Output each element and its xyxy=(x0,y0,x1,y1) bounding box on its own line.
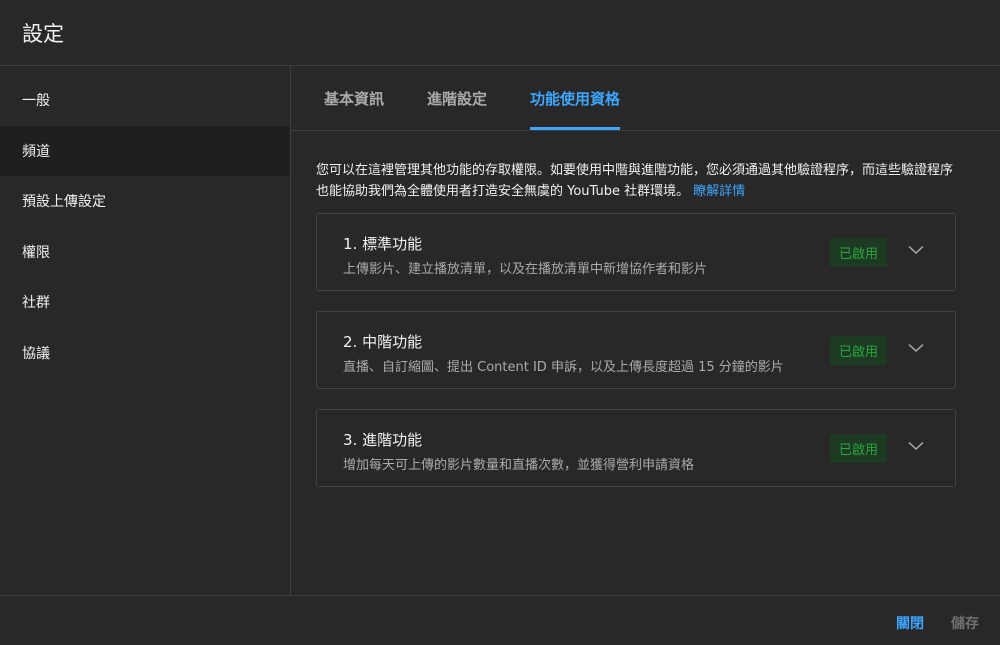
feature-subtitle: 直播、自訂縮圖、提出 Content ID 申訴，以及上傳長度超過 15 分鐘的… xyxy=(343,360,784,375)
sidebar-item-label: 頻道 xyxy=(22,143,50,160)
chevron-down-icon[interactable] xyxy=(907,339,925,357)
learn-more-link[interactable]: 瞭解詳情 xyxy=(693,184,745,199)
sidebar-item-community[interactable]: 社群 xyxy=(0,277,290,328)
dialog-header: 設定 xyxy=(0,0,1000,66)
sidebar-item-upload-defaults[interactable]: 預設上傳設定 xyxy=(0,176,290,227)
sidebar-item-label: 一般 xyxy=(22,93,50,110)
feature-subtitle: 上傳影片、建立播放清單，以及在播放清單中新增協作者和影片 xyxy=(343,262,708,277)
sidebar-item-label: 社群 xyxy=(22,295,50,312)
feature-title: 2. 中階功能 xyxy=(343,333,423,351)
tab-feature-eligibility[interactable]: 功能使用資格 xyxy=(530,66,621,130)
save-button[interactable]: 儲存 xyxy=(951,613,979,633)
description-text: 您可以在這裡管理其他功能的存取權限。如要使用中階與進階功能，您必須通過其他驗證程… xyxy=(316,163,954,199)
chevron-down-icon[interactable] xyxy=(907,437,925,455)
sidebar-item-agreements[interactable]: 協議 xyxy=(0,328,290,379)
sidebar-item-channel[interactable]: 頻道 xyxy=(0,125,290,176)
feature-list: 1. 標準功能 上傳影片、建立播放清單，以及在播放清單中新增協作者和影片 已啟用… xyxy=(316,213,956,487)
sidebar-item-label: 協議 xyxy=(22,345,50,362)
feature-description: 您可以在這裡管理其他功能的存取權限。如要使用中階與進階功能，您必須通過其他驗證程… xyxy=(316,160,956,202)
tab-basic-info[interactable]: 基本資訊 xyxy=(324,66,384,130)
feature-card-standard[interactable]: 1. 標準功能 上傳影片、建立播放清單，以及在播放清單中新增協作者和影片 已啟用 xyxy=(316,213,956,291)
tab-bar: 基本資訊 進階設定 功能使用資格 xyxy=(291,66,1000,131)
sidebar-item-permissions[interactable]: 權限 xyxy=(0,227,290,278)
dialog-title: 設定 xyxy=(22,21,64,46)
sidebar-item-label: 預設上傳設定 xyxy=(22,194,106,211)
tab-advanced-settings[interactable]: 進階設定 xyxy=(427,66,487,130)
feature-title: 1. 標準功能 xyxy=(343,235,423,253)
status-badge: 已啟用 xyxy=(830,238,887,267)
sidebar-item-label: 權限 xyxy=(22,244,50,261)
status-badge: 已啟用 xyxy=(830,434,887,463)
feature-card-intermediate[interactable]: 2. 中階功能 直播、自訂縮圖、提出 Content ID 申訴，以及上傳長度超… xyxy=(316,311,956,389)
chevron-down-icon[interactable] xyxy=(907,241,925,259)
dialog-footer: 關閉 儲存 xyxy=(0,595,1000,645)
feature-title: 3. 進階功能 xyxy=(343,431,423,449)
feature-subtitle: 增加每天可上傳的影片數量和直播次數，並獲得營利申請資格 xyxy=(343,458,695,473)
feature-card-advanced[interactable]: 3. 進階功能 增加每天可上傳的影片數量和直播次數，並獲得營利申請資格 已啟用 xyxy=(316,409,956,487)
sidebar-item-general[interactable]: 一般 xyxy=(0,75,290,126)
settings-sidebar: 一般 頻道 預設上傳設定 權限 社群 協議 xyxy=(0,66,291,595)
close-button[interactable]: 關閉 xyxy=(896,613,924,633)
main-panel: 基本資訊 進階設定 功能使用資格 您可以在這裡管理其他功能的存取權限。如要使用中… xyxy=(291,66,1000,595)
status-badge: 已啟用 xyxy=(830,336,887,365)
